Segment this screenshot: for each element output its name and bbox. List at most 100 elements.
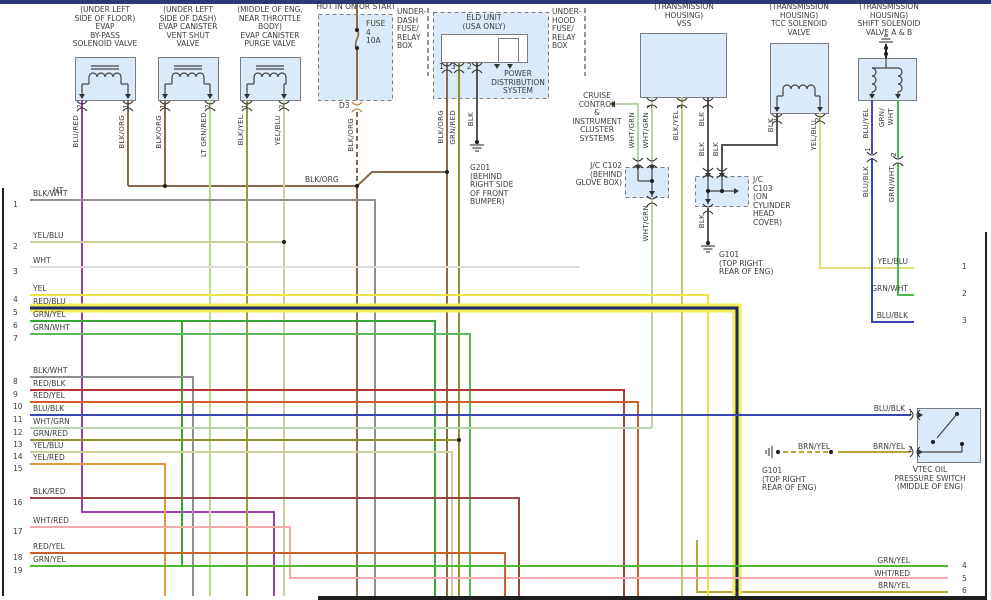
left-row-number: 7 [13,334,18,343]
page-right-border [985,232,987,596]
left-row-label: BLU/BLK [33,404,65,413]
wire-color-label: BLK/ORG [155,115,163,149]
diagram-text: J/C C103 (ON CYLINDER HEAD COVER) [753,175,791,227]
diagram-text: BLK/ORG [305,175,339,184]
left-row-label: YEL/BLU [33,441,64,450]
wire-color-label: 2 [76,104,84,109]
junction-dot [456,437,462,443]
right-row-number: 3 [962,316,967,325]
diagram-text: 3 [451,62,456,71]
diagram-text: BRN/YEL [873,442,905,451]
wire [897,163,914,296]
wire-color-label: WHT [887,108,895,126]
left-row-number: 19 [13,566,23,575]
wire-color-label: BLK/ORG [118,115,126,149]
left-row-label: WHT/RED [33,516,69,525]
wire-color-label: YEL/BLU [274,115,282,146]
junction-dot [354,45,360,51]
left-row-label: GRN/YEL [33,555,66,564]
wiring-diagram-page: (UNDER LEFT SIDE OF FLOOR) EVAP BY-PASS … [0,0,991,600]
junction-dot [354,183,360,189]
diagram-text: (TRANSMISSION HOUSING) VSS [654,2,714,29]
wire-color-label: 2 [278,104,286,109]
wire-color-label: LT GRN/RED [200,112,208,157]
wire-color-label: 1 [241,104,249,109]
junction-dot [474,139,480,145]
wire [30,552,506,596]
connector-icon [351,108,363,113]
diagram-text: ELD UNIT (USA ONLY) [462,13,506,31]
diagram-text: G201 (BEHIND RIGHT SIDE OF FRONT BUMPER) [470,163,514,207]
wire-color-label: 2 [890,152,898,157]
wire [30,451,453,596]
wire-color-label: 2 [814,117,822,122]
right-row-label: YEL/BLU [877,257,908,266]
junction-dot [162,183,168,189]
right-row-number: 1 [962,262,967,271]
wire-color-label: BLK [712,142,720,157]
left-row-label: BLK/WHT [33,189,68,198]
left-row-number: 8 [13,377,18,386]
junction-dot [354,27,360,33]
left-row-number: 13 [13,440,23,449]
diagram-text: UNDER- DASH FUSE/ RELAY BOX [397,7,427,51]
junction-dot [281,239,287,245]
diagram-text: G101 (TOP RIGHT REAR OF ENG) [719,250,774,277]
left-row-number: 4 [13,295,18,304]
junction-dot [930,439,936,445]
right-row-label: GRN/WHT [871,284,908,293]
wire-color-label: BLU/YEL [862,108,870,139]
wire-color-label: YEL/BLU [810,120,818,151]
wire [30,463,166,596]
left-row-number: 6 [13,321,18,330]
wire-color-label: GRN/RED [449,110,457,145]
left-row-number: 12 [13,428,23,437]
left-row-number: 11 [13,415,23,424]
left-row-label: RED/YEL [33,542,65,551]
page-left-border [2,188,4,596]
diagram-text: (MIDDLE OF ENG, NEAR THROTTLE BODY) EVAP… [237,5,303,49]
wire-color-label: BLK/ORG [437,110,445,144]
left-row-label: RED/BLU [33,297,66,306]
left-row-number: 18 [13,553,23,562]
diagram-text: J/C C102 (BEHIND GLOVE BOX) [575,161,622,188]
diagram-text: D3 [339,101,350,110]
diagram-text: G101 (TOP RIGHT REAR OF ENG) [762,466,817,493]
wire-color-label: BLK/YEL [672,110,680,141]
wire-color-label: 1 [159,104,167,109]
wire-color-label: 1 [864,147,872,152]
junction-dot [705,188,711,194]
wire-color-label: 2 [676,104,684,109]
junction-dot [883,51,889,57]
left-row-number: 17 [13,527,23,536]
left-row-number: 9 [13,390,18,399]
wire-color-label: BLK [467,112,475,127]
right-row-label: GRN/YEL [877,556,910,565]
wire-color-label: BLU/BLK [862,166,870,198]
wire-color-label: BLK [698,142,706,157]
left-row-label: YEL/BLU [33,231,64,240]
wire-color-label: WHT/GRN [642,112,650,149]
wire-color-label: WHT/GRN [642,205,650,242]
junction-dot [719,188,725,194]
wire-color-label: BLK [698,214,706,229]
diagram-text: 1 [908,408,913,417]
junction-dot [649,178,655,184]
right-row-label: BLU/BLK [876,311,908,320]
shift-solenoid-valve [858,58,917,101]
wire-color-label: 2 [204,104,212,109]
right-row-label: WHT/RED [874,569,910,578]
right-row-number: 5 [962,574,967,583]
left-row-label: BLK/WHT [33,366,68,375]
left-row-label: WHT/GRN [33,417,70,426]
diagram-text: CRUISE CONTROL & INSTRUMENT CLUSTER SYST… [572,91,622,143]
connector-icon [351,101,363,106]
wire-color-label: BLK/YEL [237,115,245,146]
left-row-label: GRN/YEL [33,310,66,319]
wire-color-label: GRN/WHT [888,166,896,203]
left-row-number: 3 [13,267,18,276]
left-row-label: WHT [33,256,51,265]
diagram-text: FUSE 4 10A [366,19,386,46]
left-row-number: 1 [13,200,18,209]
junction-dot [883,45,889,51]
